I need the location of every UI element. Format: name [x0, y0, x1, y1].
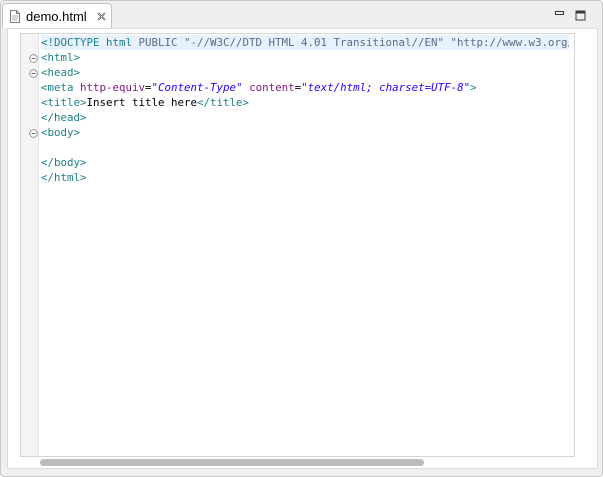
- folding-ruler: [21, 34, 39, 456]
- code-token: http-equiv: [80, 81, 146, 94]
- code-token: PUBLIC "-//W3C//DTD HTML 4.01 Transition…: [138, 36, 569, 49]
- code-line[interactable]: [41, 140, 569, 155]
- fold-collapse-icon[interactable]: [29, 54, 38, 63]
- code-line[interactable]: <meta http-equiv="Content-Type" content=…: [41, 80, 569, 95]
- code-line[interactable]: <body>: [41, 125, 569, 140]
- code-token: <meta: [41, 81, 81, 94]
- code-line[interactable]: </body>: [41, 155, 569, 170]
- code-line[interactable]: <!DOCTYPE html PUBLIC "-//W3C//DTD HTML …: [41, 35, 569, 50]
- code-token: <body>: [41, 126, 81, 139]
- code-token: "text/html; charset=UTF-8": [301, 81, 471, 94]
- code-line[interactable]: <title>Insert title here</title>: [41, 95, 569, 110]
- code-token: >: [470, 81, 477, 94]
- code-token: "Content-Type": [151, 81, 243, 94]
- horizontal-scrollbar[interactable]: [20, 457, 575, 468]
- fold-collapse-icon[interactable]: [29, 69, 38, 78]
- code-token: Insert title here: [86, 96, 198, 109]
- maximize-icon[interactable]: [575, 10, 586, 21]
- tab-label: demo.html: [26, 9, 87, 24]
- tab-demo-html[interactable]: demo.html: [2, 3, 112, 28]
- code-line[interactable]: <html>: [41, 50, 569, 65]
- code-token: </head>: [41, 111, 87, 124]
- code-token: <title>: [41, 96, 87, 109]
- source-editor[interactable]: <!DOCTYPE html PUBLIC "-//W3C//DTD HTML …: [20, 33, 575, 457]
- minimize-icon[interactable]: [554, 10, 565, 21]
- code-token: </body>: [41, 156, 87, 169]
- code-line[interactable]: </head>: [41, 110, 569, 125]
- close-icon[interactable]: [97, 12, 106, 21]
- code-token: </html>: [41, 171, 87, 184]
- editor-window: demo.html <!DOCTYPE html PUBLIC "-//W3C/…: [0, 0, 603, 477]
- code-token: content: [249, 81, 295, 94]
- editor-area: <!DOCTYPE html PUBLIC "-//W3C//DTD HTML …: [7, 28, 598, 469]
- code-line[interactable]: </html>: [41, 170, 569, 185]
- code-text[interactable]: <!DOCTYPE html PUBLIC "-//W3C//DTD HTML …: [41, 35, 569, 455]
- code-line[interactable]: <head>: [41, 65, 569, 80]
- editor-tab-bar: demo.html: [1, 1, 602, 28]
- code-token: </title>: [197, 96, 250, 109]
- fold-collapse-icon[interactable]: [29, 129, 38, 138]
- code-token: <!DOCTYPE html: [41, 36, 139, 49]
- horizontal-scrollbar-thumb[interactable]: [40, 459, 424, 466]
- code-token: <head>: [41, 66, 81, 79]
- code-token: <html>: [41, 51, 81, 64]
- html-file-icon: [10, 10, 20, 23]
